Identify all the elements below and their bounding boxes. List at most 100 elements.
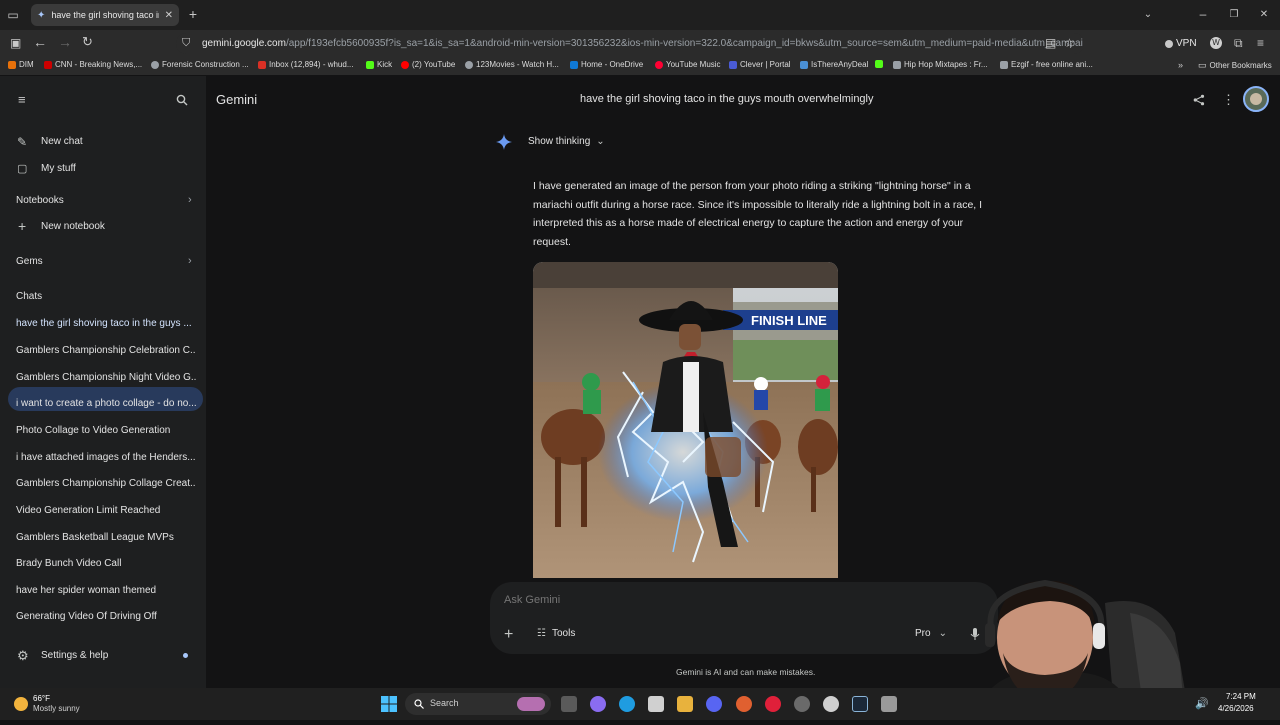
- bookmarks-overflow-icon[interactable]: »: [1178, 60, 1183, 70]
- speaker-icon[interactable]: 🔊: [1195, 697, 1209, 710]
- tab-close-icon[interactable]: ✕: [165, 10, 173, 21]
- chat-item[interactable]: Generating Video Of Driving Off: [16, 611, 196, 622]
- tab-list-chevron-icon[interactable]: ⌄: [1142, 9, 1154, 21]
- chat-item[interactable]: i have attached images of the Henders...: [16, 452, 196, 463]
- forward-icon[interactable]: →: [58, 35, 72, 49]
- chat-item[interactable]: Gamblers Championship Collage Creat...: [16, 478, 196, 489]
- bookmark-star-icon[interactable]: ☆: [1064, 37, 1075, 49]
- bookmark-label: Hip Hop Mixtapes : Fr...: [904, 60, 988, 69]
- bookmark-favicon-icon: [875, 60, 883, 68]
- bookmark-item[interactable]: Clever | Portal: [729, 60, 791, 69]
- bookmark-item[interactable]: 123Movies - Watch H...: [465, 60, 559, 69]
- edge-icon[interactable]: [619, 696, 635, 712]
- back-icon[interactable]: ←: [33, 35, 47, 49]
- wallet-icon[interactable]: W: [1210, 37, 1222, 49]
- show-thinking-button[interactable]: Show thinking ⌄: [528, 136, 605, 147]
- chat-item[interactable]: Video Generation Limit Reached: [16, 505, 196, 516]
- tools-icon: ☷: [537, 628, 546, 639]
- media-player-icon[interactable]: [765, 696, 781, 712]
- bookmark-item[interactable]: IsThereAnyDeal: [800, 60, 868, 69]
- folder-icon: ▭: [1198, 60, 1207, 70]
- main-menu-icon[interactable]: ≡: [18, 93, 26, 106]
- gems-heading: Gems: [16, 256, 43, 267]
- bookmark-favicon-icon: [893, 60, 901, 69]
- bookmark-item[interactable]: DIM: [8, 60, 34, 69]
- bookmark-item[interactable]: CNN - Breaking News,...: [44, 60, 142, 69]
- browser-tab-active[interactable]: ✦ have the girl shoving taco in the guys…: [31, 4, 179, 26]
- tab-actions-icon[interactable]: ▭: [7, 9, 19, 21]
- tools-button[interactable]: ☷ Tools: [537, 628, 575, 639]
- chat-item[interactable]: Brady Bunch Video Call: [16, 558, 196, 569]
- clock-date[interactable]: 4/26/2026: [1218, 704, 1254, 713]
- bookmark-label: (2) YouTube: [412, 60, 456, 69]
- bookmark-favicon-icon: [655, 60, 663, 69]
- bookmark-item[interactable]: YouTube Music: [655, 60, 721, 69]
- chat-item[interactable]: Gamblers Championship Night Video G...: [16, 372, 196, 383]
- settings-app-icon[interactable]: [823, 696, 839, 712]
- menu-icon[interactable]: ≡: [1257, 37, 1264, 49]
- notebooks-section[interactable]: Notebooks ›: [16, 194, 198, 208]
- reader-mode-icon[interactable]: ▤: [1045, 37, 1056, 49]
- weather-widget[interactable]: 66°F Mostly sunny: [12, 693, 112, 715]
- bookmark-item[interactable]: [875, 60, 886, 68]
- settings-help-button[interactable]: ⚙ Settings & help: [16, 648, 196, 663]
- taskbar-search-label: Search: [430, 698, 459, 708]
- firefox-icon[interactable]: [736, 696, 752, 712]
- more-options-icon[interactable]: ⋮: [1222, 92, 1235, 108]
- site-info-icon[interactable]: ⛉: [182, 37, 190, 50]
- app-icon[interactable]: [794, 696, 810, 712]
- share-icon[interactable]: [1193, 94, 1205, 106]
- prompt-input[interactable]: [504, 591, 964, 609]
- restore-icon[interactable]: ❐: [1228, 9, 1240, 21]
- bookmark-label: YouTube Music: [666, 60, 721, 69]
- chat-item[interactable]: have the girl shoving taco in the guys .…: [16, 318, 196, 329]
- response-text: I have generated an image of the person …: [533, 180, 983, 249]
- discord-icon[interactable]: [706, 696, 722, 712]
- bookmark-label: Clever | Portal: [740, 60, 791, 69]
- chat-item[interactable]: Gamblers Championship Celebration C...: [16, 345, 196, 356]
- bookmark-item[interactable]: Kick: [366, 60, 392, 69]
- bookmark-item[interactable]: Ezgif - free online ani...: [1000, 60, 1093, 69]
- copilot-icon[interactable]: [590, 696, 606, 712]
- search-icon[interactable]: [176, 94, 188, 106]
- window-close-icon[interactable]: ✕: [1258, 9, 1270, 21]
- app-name[interactable]: Gemini: [216, 92, 257, 107]
- vpn-button[interactable]: VPN: [1165, 38, 1197, 49]
- chat-item[interactable]: i want to create a photo collage - do no…: [16, 398, 196, 409]
- chat-item[interactable]: Photo Collage to Video Generation: [16, 425, 196, 436]
- gemini-sidebar: ≡ ✎ New chat ▢ My stuff Notebooks › + Ne…: [0, 76, 206, 688]
- gems-section[interactable]: Gems ›: [16, 255, 198, 269]
- new-chat-button[interactable]: ✎ New chat: [16, 135, 196, 149]
- address-bar[interactable]: ⛉ gemini.google.com/app/f193efcb5600935f…: [176, 33, 1084, 54]
- add-attachment-icon[interactable]: +: [504, 626, 513, 644]
- model-mode-selector[interactable]: Pro ⌄: [915, 628, 947, 639]
- file-explorer-icon[interactable]: [677, 696, 693, 712]
- chat-item[interactable]: Gamblers Basketball League MVPs: [16, 532, 196, 543]
- taskbar-search[interactable]: Search: [405, 693, 551, 715]
- bookmark-label: Home - OneDrive: [581, 60, 644, 69]
- chevron-down-icon: ⌄: [938, 628, 947, 639]
- store-icon[interactable]: [648, 696, 664, 712]
- bookmark-item[interactable]: (2) YouTube: [401, 60, 455, 69]
- bookmark-item[interactable]: Hip Hop Mixtapes : Fr...: [893, 60, 988, 69]
- minimize-icon[interactable]: –: [1197, 8, 1209, 20]
- generated-image[interactable]: FINISH LINE: [533, 262, 838, 578]
- bookmark-item[interactable]: Home - OneDrive: [570, 60, 643, 69]
- my-stuff-button[interactable]: ▢ My stuff: [16, 162, 196, 176]
- new-tab-icon[interactable]: +: [186, 7, 200, 21]
- windows-start-icon[interactable]: [381, 696, 397, 712]
- new-notebook-button[interactable]: + New notebook: [16, 218, 196, 234]
- chat-item[interactable]: have her spider woman themed: [16, 585, 196, 596]
- settings-help-label: Settings & help: [41, 650, 109, 661]
- bookmark-item[interactable]: Forensic Construction ...: [151, 60, 249, 69]
- avatar[interactable]: [1243, 86, 1269, 112]
- app-icon[interactable]: [881, 696, 897, 712]
- extensions-icon[interactable]: ⧉: [1234, 37, 1243, 49]
- clock-time[interactable]: 7:24 PM: [1226, 692, 1256, 701]
- bookmark-item[interactable]: Inbox (12,894) - whud...: [258, 60, 354, 69]
- task-view-icon[interactable]: [561, 696, 577, 712]
- sidebar-toggle-icon[interactable]: ▣: [10, 37, 21, 49]
- reload-icon[interactable]: ↻: [82, 35, 93, 48]
- other-bookmarks[interactable]: ▭ Other Bookmarks: [1198, 60, 1272, 71]
- steam-icon[interactable]: [852, 696, 868, 712]
